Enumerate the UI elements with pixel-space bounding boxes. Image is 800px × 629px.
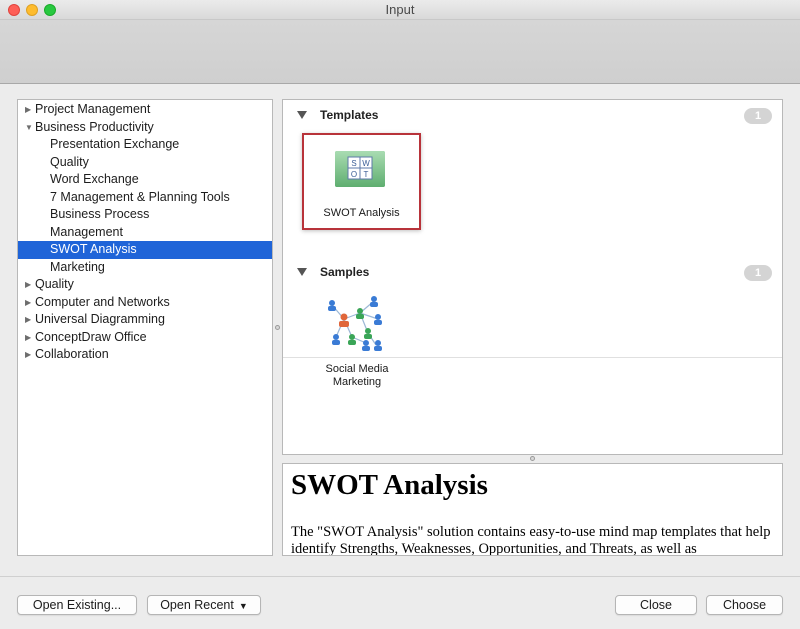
swot-letter-w: W (362, 159, 370, 168)
tree-item[interactable]: Quality (18, 154, 272, 172)
tree-item-label: SWOT Analysis (50, 242, 137, 256)
vertical-splitter-handle[interactable] (275, 325, 280, 330)
disclosure-collapsed-icon[interactable]: ▶ (25, 276, 35, 294)
disclosure-collapsed-icon[interactable]: ▶ (25, 329, 35, 347)
disclosure-collapsed-icon[interactable]: ▶ (25, 346, 35, 364)
window-title-bar: Input (0, 0, 800, 20)
close-label: Close (640, 598, 672, 612)
tree-item[interactable]: Business Process (18, 206, 272, 224)
toolbar-area (0, 20, 800, 84)
disclosure-collapsed-icon[interactable]: ▶ (25, 294, 35, 312)
tree-item[interactable]: ▶ Collaboration (18, 346, 272, 364)
templates-section-header[interactable]: Templates 1 (283, 104, 782, 128)
tree-item[interactable]: ▶ Quality (18, 276, 272, 294)
samples-section-title: Samples (320, 265, 370, 279)
tree-item[interactable]: ▶ ConceptDraw Office (18, 329, 272, 347)
social-media-tile-label-line1: Social Media (325, 363, 389, 375)
tree-item[interactable]: Marketing (18, 259, 272, 277)
samples-section-header[interactable]: Samples 1 (283, 261, 782, 285)
tree-item-label: Project Management (35, 102, 151, 116)
horizontal-splitter-handle[interactable] (530, 456, 535, 461)
tree-item-label: Business Process (50, 207, 150, 221)
tree-item[interactable]: Word Exchange (18, 171, 272, 189)
tree-item-label: Business Productivity (35, 119, 154, 134)
open-recent-button[interactable]: Open Recent ▼ (147, 595, 261, 615)
close-window-button[interactable] (8, 4, 20, 16)
disclosure-collapsed-icon[interactable]: ▶ (25, 101, 35, 119)
description-title: SWOT Analysis (291, 469, 488, 501)
minimize-window-button[interactable] (26, 4, 38, 16)
tree-item-label: Universal Diagramming (35, 312, 165, 326)
choose-label: Choose (722, 598, 767, 612)
social-network-icon (328, 296, 382, 351)
open-existing-label: Open Existing... (32, 598, 122, 612)
swot-analysis-template-tile[interactable]: S W O T SWOT Analysis (302, 133, 421, 230)
templates-section-title: Templates (320, 108, 379, 122)
tree-item-label: Management (50, 224, 123, 239)
tree-item-label: Presentation Exchange (50, 137, 180, 151)
window-title: Input (385, 2, 415, 17)
description-body: The "SWOT Analysis" solution contains ea… (291, 524, 771, 556)
swot-letter-t: T (364, 170, 369, 179)
swot-letter-s: S (351, 159, 356, 168)
templates-collapse-triangle-icon[interactable] (297, 111, 307, 119)
tree-item[interactable]: ▶ Project Management (18, 101, 272, 119)
swot-analysis-tile-label: SWOT Analysis (323, 207, 400, 219)
tree-item[interactable]: ▶ Computer and Networks (18, 294, 272, 312)
tree-item-label: Quality (35, 277, 74, 291)
swot-letter-o: O (351, 170, 357, 179)
tree-item-label: ConceptDraw Office (35, 329, 147, 344)
tree-item[interactable]: ▼ Business Productivity (18, 119, 272, 137)
tree-item-label: Quality (50, 154, 89, 169)
tree-item-label: Computer and Networks (35, 294, 170, 309)
description-pane: SWOT Analysis The "SWOT Analysis" soluti… (282, 463, 783, 556)
zoom-window-button[interactable] (44, 4, 56, 16)
bottom-separator (0, 576, 800, 577)
swot-icon: S W O T (335, 151, 385, 187)
dropdown-caret-icon: ▼ (238, 601, 248, 611)
social-media-marketing-sample-tile[interactable]: Social Media Marketing (299, 293, 415, 393)
social-media-tile-label-line2: Marketing (332, 376, 382, 388)
tree-item-label: Collaboration (35, 347, 109, 361)
open-existing-button[interactable]: Open Existing... (17, 595, 137, 615)
templates-count-badge: 1 (744, 108, 772, 124)
tree-item[interactable]: ▶ Universal Diagramming (18, 311, 272, 329)
choose-button[interactable]: Choose (706, 595, 783, 615)
tree-item[interactable]: Management (18, 224, 272, 242)
tree-item-label: 7 Management & Planning Tools (50, 189, 230, 204)
tree-item[interactable]: Presentation Exchange (18, 136, 272, 154)
open-recent-label: Open Recent (160, 598, 234, 612)
samples-collapse-triangle-icon[interactable] (297, 268, 307, 276)
tree-item-label: Word Exchange (50, 172, 139, 186)
tree-item[interactable]: 7 Management & Planning Tools (18, 189, 272, 207)
tree-item-label: Marketing (50, 259, 105, 274)
samples-count-badge: 1 (744, 265, 772, 281)
tree-item[interactable]: SWOT Analysis (18, 241, 272, 259)
close-button[interactable]: Close (615, 595, 697, 615)
disclosure-expanded-icon[interactable]: ▼ (25, 119, 35, 137)
category-tree[interactable]: ▶ Project Management ▼ Business Productivit… (17, 99, 273, 556)
disclosure-collapsed-icon[interactable]: ▶ (25, 311, 35, 329)
